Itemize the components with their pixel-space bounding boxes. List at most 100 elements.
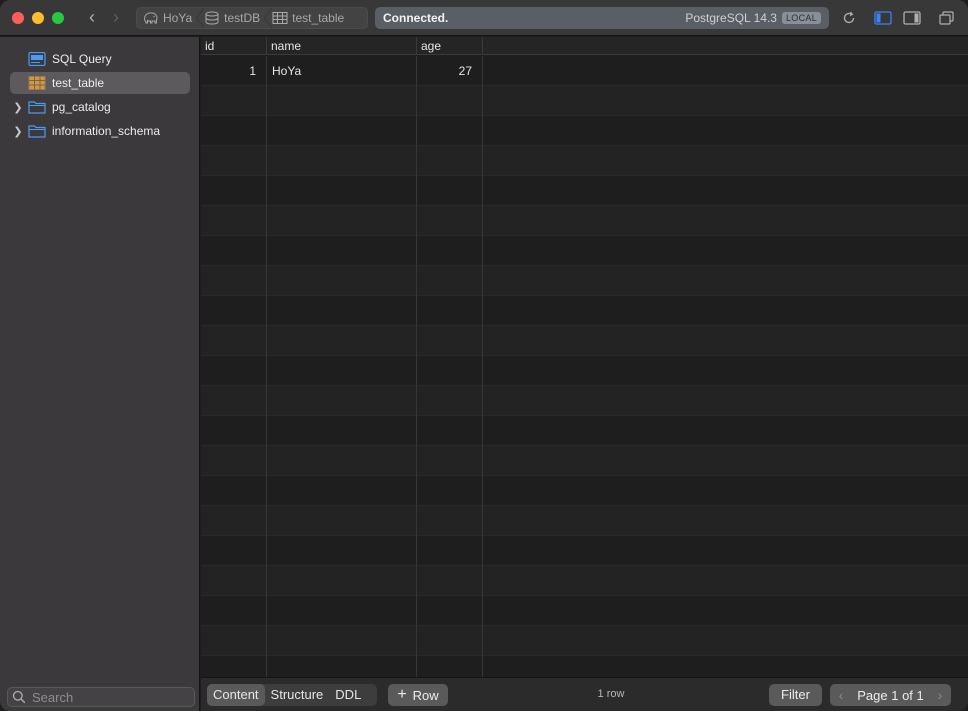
empty-table-row[interactable] [201, 536, 968, 566]
empty-cell[interactable] [267, 596, 417, 626]
empty-cell[interactable] [417, 326, 483, 356]
empty-cell[interactable] [201, 386, 267, 416]
empty-cell[interactable] [201, 326, 267, 356]
empty-cell[interactable] [267, 506, 417, 536]
empty-cell[interactable] [201, 116, 267, 146]
toggle-left-panel-icon[interactable] [874, 9, 892, 27]
empty-cell[interactable] [267, 566, 417, 596]
empty-cell[interactable] [417, 626, 483, 656]
empty-table-row[interactable] [201, 326, 968, 356]
empty-cell[interactable] [267, 416, 417, 446]
empty-cell[interactable] [417, 176, 483, 206]
empty-table-row[interactable] [201, 596, 968, 626]
chevron-left-icon[interactable]: ‹ [834, 687, 848, 703]
empty-cell[interactable] [417, 356, 483, 386]
column-header-id[interactable]: id [201, 37, 267, 55]
empty-cell[interactable] [201, 176, 267, 206]
empty-table-row[interactable] [201, 266, 968, 296]
empty-cell[interactable] [267, 266, 417, 296]
empty-cell[interactable] [267, 146, 417, 176]
empty-cell[interactable] [267, 206, 417, 236]
empty-cell[interactable] [417, 476, 483, 506]
empty-cell[interactable] [267, 626, 417, 656]
empty-cell[interactable] [417, 116, 483, 146]
search-input[interactable] [32, 689, 182, 705]
empty-cell[interactable] [267, 356, 417, 386]
empty-cell[interactable] [267, 656, 417, 677]
windows-icon[interactable] [938, 9, 956, 27]
empty-cell[interactable] [201, 566, 267, 596]
chevron-right-icon[interactable]: ❯ [10, 101, 26, 114]
empty-cell[interactable] [201, 536, 267, 566]
maximize-window-button[interactable] [52, 12, 64, 24]
empty-cell[interactable] [417, 656, 483, 677]
empty-table-row[interactable] [201, 446, 968, 476]
empty-cell[interactable] [201, 506, 267, 536]
forward-arrow-icon[interactable]: › [106, 8, 126, 28]
empty-table-row[interactable] [201, 86, 968, 116]
empty-table-row[interactable] [201, 206, 968, 236]
cell-age[interactable]: 27 [417, 56, 483, 86]
empty-cell[interactable] [267, 296, 417, 326]
empty-cell[interactable] [201, 86, 267, 116]
empty-table-row[interactable] [201, 386, 968, 416]
empty-cell[interactable] [267, 116, 417, 146]
empty-cell[interactable] [201, 266, 267, 296]
empty-cell[interactable] [417, 596, 483, 626]
empty-cell[interactable] [201, 656, 267, 677]
empty-cell[interactable] [417, 236, 483, 266]
close-window-button[interactable] [12, 12, 24, 24]
empty-cell[interactable] [267, 386, 417, 416]
tab-content[interactable]: Content [207, 684, 265, 706]
empty-table-row[interactable] [201, 116, 968, 146]
empty-cell[interactable] [201, 146, 267, 176]
empty-cell[interactable] [201, 476, 267, 506]
empty-cell[interactable] [201, 626, 267, 656]
column-header-age[interactable]: age [417, 37, 483, 55]
empty-cell[interactable] [267, 176, 417, 206]
empty-cell[interactable] [267, 236, 417, 266]
add-row-button[interactable]: + Row [388, 684, 448, 706]
chevron-right-icon[interactable]: › [933, 687, 947, 703]
reload-icon[interactable] [840, 9, 858, 27]
empty-table-row[interactable] [201, 656, 968, 677]
empty-cell[interactable] [267, 86, 417, 116]
minimize-window-button[interactable] [32, 12, 44, 24]
empty-table-row[interactable] [201, 566, 968, 596]
empty-table-row[interactable] [201, 176, 968, 206]
tab-ddl[interactable]: DDL [329, 684, 367, 706]
chevron-right-icon[interactable]: ❯ [10, 125, 26, 138]
empty-cell[interactable] [201, 596, 267, 626]
cell-id[interactable]: 1 [201, 56, 267, 86]
empty-cell[interactable] [417, 146, 483, 176]
empty-cell[interactable] [201, 236, 267, 266]
breadcrumb-table[interactable]: test_table [264, 8, 350, 28]
empty-table-row[interactable] [201, 146, 968, 176]
filter-button[interactable]: Filter [769, 684, 822, 706]
empty-cell[interactable] [417, 386, 483, 416]
empty-cell[interactable] [267, 326, 417, 356]
empty-cell[interactable] [417, 566, 483, 596]
empty-table-row[interactable] [201, 236, 968, 266]
empty-cell[interactable] [201, 416, 267, 446]
empty-cell[interactable] [417, 506, 483, 536]
empty-table-row[interactable] [201, 296, 968, 326]
empty-table-row[interactable] [201, 476, 968, 506]
cell-name[interactable]: HoYa [267, 56, 417, 86]
empty-table-row[interactable] [201, 356, 968, 386]
sidebar-item-sql-query[interactable]: SQL Query [10, 48, 190, 70]
empty-cell[interactable] [201, 446, 267, 476]
sidebar-item-pg-catalog[interactable]: ❯ pg_catalog [10, 96, 190, 118]
sidebar-item-information-schema[interactable]: ❯ information_schema [10, 120, 190, 142]
empty-cell[interactable] [417, 416, 483, 446]
tab-structure[interactable]: Structure [265, 684, 330, 706]
empty-table-row[interactable] [201, 506, 968, 536]
column-header-name[interactable]: name [267, 37, 417, 55]
empty-cell[interactable] [417, 536, 483, 566]
data-grid[interactable]: id name age 1 HoYa 27 [201, 37, 968, 677]
empty-cell[interactable] [201, 206, 267, 236]
back-arrow-icon[interactable]: ‹ [82, 8, 102, 28]
breadcrumb-connection[interactable]: HoYa [137, 8, 198, 28]
toggle-right-panel-icon[interactable] [903, 9, 921, 27]
empty-table-row[interactable] [201, 626, 968, 656]
